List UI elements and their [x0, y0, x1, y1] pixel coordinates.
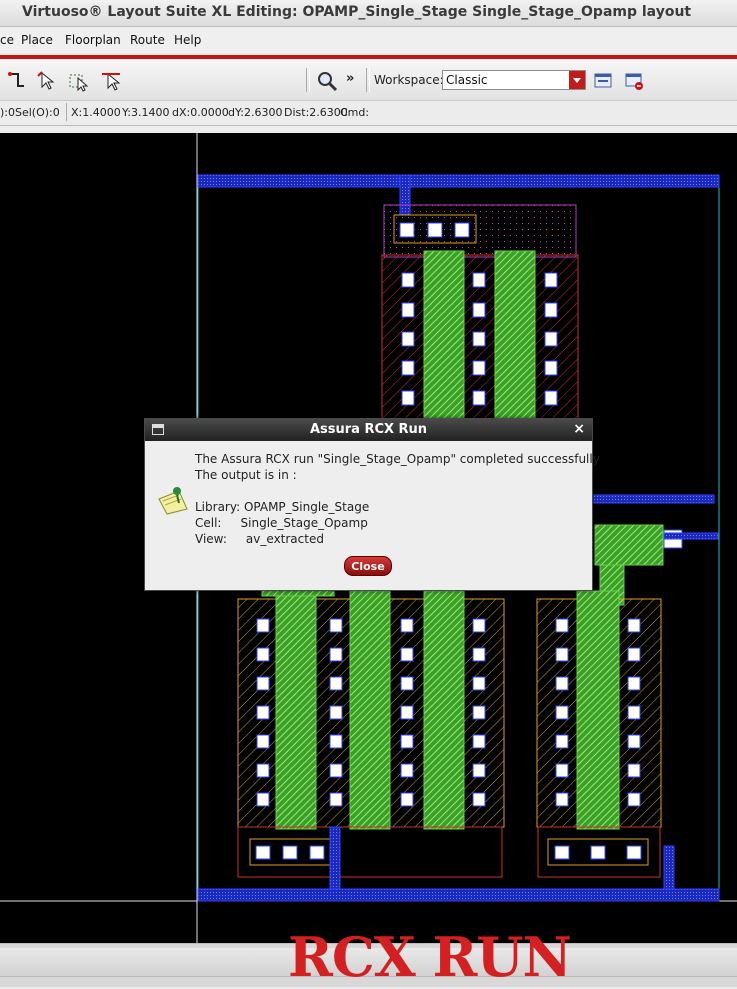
menu-item-route[interactable]: Route	[130, 33, 165, 47]
coordinate-status-bar: ):0Sel(O):0 X:1.4000 Y:3.1400 dX:0.0000 …	[0, 101, 737, 126]
toolbar: » Workspace: Classic	[0, 60, 737, 101]
library-line: Library: OPAMP_Single_Stage	[195, 500, 370, 514]
rcx-run-caption: RCX RUN	[288, 925, 572, 989]
menu-item-create[interactable]: ce	[0, 33, 14, 47]
deselect-tool-icon[interactable]	[100, 70, 122, 92]
assura-rcx-dialog: Assura RCX Run × The Assura RCX run "Sin…	[144, 418, 600, 591]
workspace-value: Classic	[446, 73, 488, 87]
select-tool-icon[interactable]	[36, 70, 58, 92]
distance: Dist:2.6300	[284, 106, 348, 119]
workspace-select[interactable]: Classic	[442, 70, 586, 90]
workspace-label: Workspace:	[374, 73, 444, 87]
view-line: View: av_extracted	[195, 532, 324, 546]
selection-count: ):0Sel(O):0	[0, 106, 60, 119]
zoom-icon[interactable]	[316, 70, 338, 92]
chevron-down-icon[interactable]	[569, 71, 585, 89]
area-select-icon[interactable]	[68, 70, 90, 92]
menu-item-floorplan[interactable]: Floorplan	[65, 33, 121, 47]
command-field: Cmd:	[340, 106, 370, 119]
menu-item-place[interactable]: Place	[21, 33, 53, 47]
note-icon	[158, 487, 188, 515]
close-button[interactable]: Close	[344, 556, 392, 576]
more-tools-chevron[interactable]: »	[346, 71, 354, 86]
status-divider	[66, 103, 67, 121]
cell-line: Cell: Single_Stage_Opamp	[195, 516, 368, 530]
delta-x: dX:0.0000	[172, 106, 229, 119]
delta-y: dY:2.6300	[228, 106, 283, 119]
cursor-x: X:1.4000	[71, 106, 121, 119]
toolbar-separator	[366, 68, 370, 92]
close-icon[interactable]: ×	[573, 421, 585, 437]
accent-divider	[0, 55, 737, 59]
cursor-y: Y:3.1400	[122, 106, 170, 119]
output-line: The output is in :	[195, 468, 297, 482]
wire-tool-icon[interactable]	[6, 70, 28, 92]
menu-item-help[interactable]: Help	[174, 33, 201, 47]
save-workspace-icon[interactable]	[592, 70, 614, 92]
menu-bar: ce Place Floorplan Route Help	[0, 27, 737, 55]
dialog-title-bar[interactable]: Assura RCX Run ×	[145, 419, 592, 441]
window-title: Virtuoso® Layout Suite XL Editing: OPAMP…	[22, 4, 692, 20]
title-bar: Virtuoso® Layout Suite XL Editing: OPAMP…	[0, 0, 737, 27]
dialog-title: Assura RCX Run	[309, 422, 428, 437]
completion-message: The Assura RCX run "Single_Stage_Opamp" …	[195, 452, 600, 466]
toolbar-separator	[306, 68, 310, 92]
delete-workspace-icon[interactable]	[623, 70, 645, 92]
